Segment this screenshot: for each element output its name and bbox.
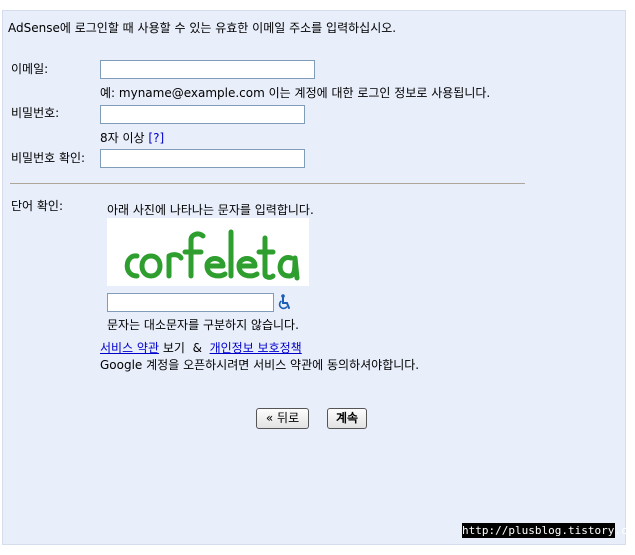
terms-agreement: Google 계정을 오픈하시려면 서비스 약관에 동의하셔야합니다.	[100, 358, 420, 372]
wheelchair-icon[interactable]	[277, 294, 291, 310]
password-hint-text: 8자 이상	[100, 131, 145, 145]
password-label: 비밀번호:	[11, 106, 60, 120]
password-confirm-label: 비밀번호 확인:	[11, 151, 86, 165]
section-divider	[10, 183, 525, 184]
intro-text: AdSense에 로그인할 때 사용할 수 있는 유효한 이메일 주소를 입력하…	[8, 21, 397, 35]
password-field[interactable]	[100, 105, 305, 124]
email-hint: 예: myname@example.com 이는 계정에 대한 로그인 정보로 …	[100, 86, 491, 100]
blog-watermark: http://plusblog.tistory.com/	[462, 523, 635, 538]
captcha-note: 문자는 대소문자를 구분하지 않습니다.	[107, 318, 299, 332]
continue-button[interactable]: 계속	[327, 408, 367, 429]
terms-links: 서비스 약관 보기 & 개인정보 보호정책	[100, 339, 302, 356]
captcha-image	[107, 218, 309, 286]
terms-ampersand: &	[192, 341, 202, 355]
signup-form-panel: AdSense에 로그인할 때 사용할 수 있는 유효한 이메일 주소를 입력하…	[2, 10, 635, 545]
back-button[interactable]: « 뒤로	[256, 408, 309, 429]
privacy-policy-link[interactable]: 개인정보 보호정책	[210, 341, 302, 355]
password-hint: 8자 이상 [?]	[100, 129, 164, 146]
email-field[interactable]	[100, 60, 315, 79]
tos-view-text: 보기	[162, 341, 185, 355]
captcha-label: 단어 확인:	[11, 199, 64, 213]
captcha-input[interactable]	[107, 293, 274, 312]
password-confirm-field[interactable]	[100, 149, 305, 168]
tos-link[interactable]: 서비스 약관	[100, 341, 159, 355]
email-label: 이메일:	[11, 62, 49, 76]
captcha-instruction: 아래 사진에 나타나는 문자를 입력합니다.	[107, 203, 314, 217]
password-help-link[interactable]: [?]	[148, 131, 164, 145]
